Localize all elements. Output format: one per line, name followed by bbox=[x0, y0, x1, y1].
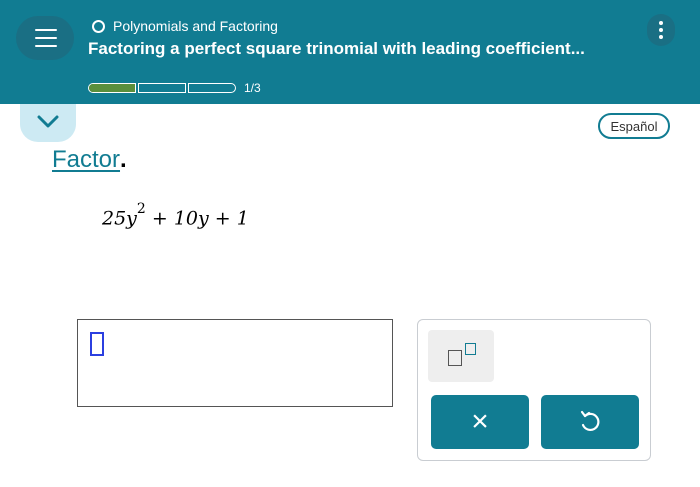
progress-bar: 1/3 bbox=[88, 81, 261, 95]
input-cursor bbox=[90, 332, 104, 356]
topic-label: Polynomials and Factoring bbox=[113, 18, 278, 34]
instruction-text: Factor bbox=[52, 146, 121, 173]
page-title: Factoring a perfect square trinomial wit… bbox=[88, 39, 585, 58]
problem-instruction[interactable]: Factor. bbox=[52, 146, 127, 174]
undo-icon bbox=[580, 410, 600, 432]
menu-icon-line bbox=[35, 29, 57, 31]
progress-fill bbox=[89, 84, 135, 92]
problem-expression: 25y2 + 10y + 1 bbox=[102, 201, 249, 230]
topic-circle-icon bbox=[92, 19, 105, 33]
menu-icon-line bbox=[35, 45, 57, 47]
chevron-down-icon bbox=[37, 115, 59, 128]
language-button[interactable]: Español bbox=[598, 113, 670, 139]
expression-part-1: 25y bbox=[102, 207, 137, 230]
more-dot-icon bbox=[659, 28, 663, 32]
superscript-template-exponent-icon bbox=[465, 343, 476, 355]
superscript-key[interactable] bbox=[428, 330, 494, 382]
more-dot-icon bbox=[659, 21, 663, 25]
expression-part-2: + 10y + 1 bbox=[145, 207, 249, 230]
menu-button[interactable] bbox=[16, 16, 74, 60]
more-dot-icon bbox=[659, 35, 663, 39]
expression-exponent: 2 bbox=[136, 201, 146, 217]
undo-button[interactable] bbox=[541, 395, 639, 449]
menu-icon-line bbox=[35, 37, 57, 39]
progress-text: 1/3 bbox=[244, 81, 261, 95]
collapse-toggle[interactable] bbox=[20, 104, 76, 142]
clear-button[interactable]: × bbox=[431, 395, 529, 449]
more-options-button[interactable] bbox=[647, 14, 675, 46]
topic-row: Polynomials and Factoring bbox=[92, 15, 278, 37]
header-bar: Polynomials and Factoring Factoring a pe… bbox=[0, 0, 700, 104]
answer-input[interactable] bbox=[77, 319, 393, 407]
progress-segment bbox=[188, 83, 236, 93]
superscript-template-icon bbox=[448, 350, 462, 366]
math-keypad: × bbox=[417, 319, 651, 461]
progress-segment bbox=[88, 83, 136, 93]
progress-segment bbox=[138, 83, 186, 93]
instruction-period: . bbox=[120, 146, 127, 173]
